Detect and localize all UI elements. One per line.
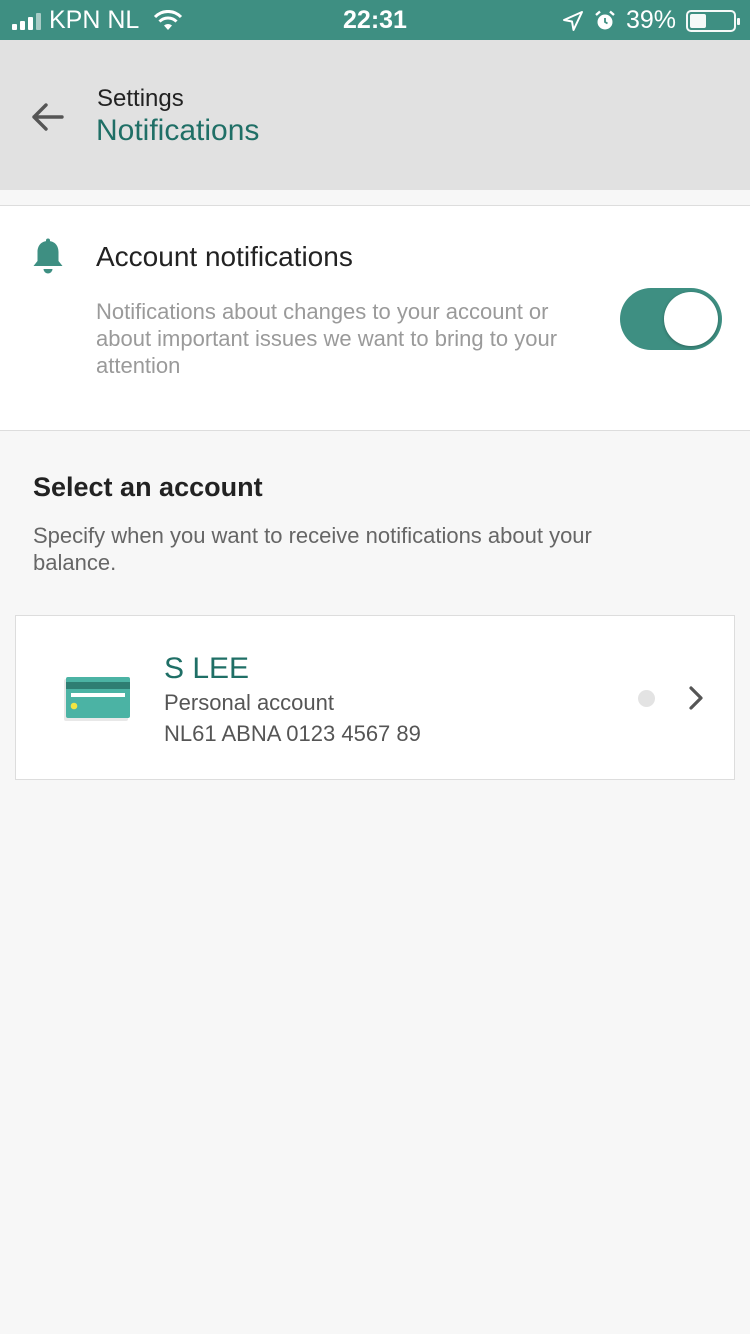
- select-account-description: Specify when you want to receive notific…: [33, 523, 592, 575]
- top-app-bar: Settings Notifications: [0, 40, 750, 190]
- bell-icon: [33, 238, 63, 274]
- location-arrow-icon: [562, 10, 583, 31]
- alarm-icon: [595, 10, 615, 29]
- chevron-right-icon: [689, 686, 703, 710]
- bank-card-icon: [64, 677, 130, 721]
- notification-status-dot: [638, 690, 655, 707]
- select-account-heading: Select an account: [33, 472, 263, 502]
- toggle-knob: [664, 292, 718, 346]
- breadcrumb: Settings: [97, 85, 184, 112]
- back-arrow-icon[interactable]: [26, 95, 70, 139]
- account-list-item[interactable]: S LEE Personal account NL61 ABNA 0123 45…: [15, 615, 735, 780]
- account-type: Personal account: [164, 690, 334, 715]
- account-holder-name: S LEE: [164, 652, 250, 685]
- page-title: Notifications: [96, 114, 260, 147]
- battery-icon: [686, 9, 740, 32]
- battery-percentage: 39%: [625, 6, 676, 34]
- account-notifications-toggle[interactable]: [620, 288, 722, 350]
- account-notifications-title: Account notifications: [96, 241, 353, 272]
- account-notifications-card: Account notifications Notifications abou…: [0, 205, 750, 431]
- account-iban: NL61 ABNA 0123 4567 89: [164, 721, 421, 746]
- status-bar: KPN NL 22:31 39%: [0, 0, 750, 40]
- account-notifications-description: Notifications about changes to your acco…: [96, 299, 558, 378]
